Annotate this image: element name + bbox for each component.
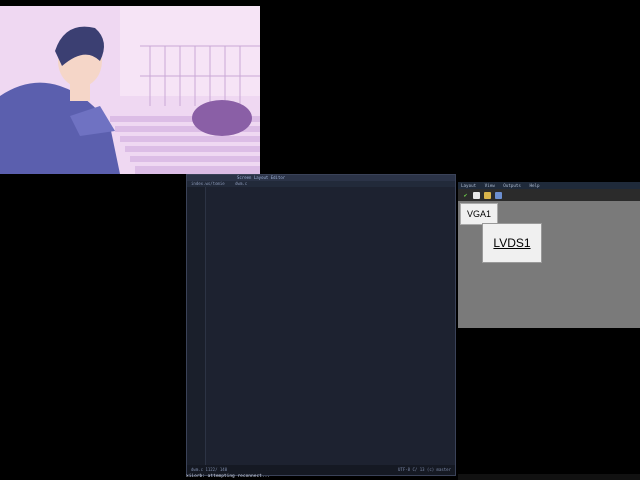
new-file-icon[interactable] bbox=[473, 191, 480, 199]
menu-view[interactable]: View bbox=[485, 183, 495, 188]
layout-menu-bar: Layout View Outputs Help bbox=[458, 182, 640, 189]
monitor-canvas[interactable]: VGA1 LVDS1 bbox=[458, 201, 640, 328]
editor-line-gutter bbox=[187, 187, 206, 465]
code-editor-window[interactable]: Screen Layout Editor index.ws/tomie dwm.… bbox=[186, 174, 456, 476]
menu-layout[interactable]: Layout bbox=[461, 183, 476, 188]
editor-tab-bar: index.ws/tomie dwm.c bbox=[187, 181, 455, 187]
wallpaper-image bbox=[0, 6, 260, 174]
terminal-status-bar bbox=[458, 474, 640, 480]
tab-dwm-c[interactable]: dwm.c bbox=[235, 181, 247, 186]
monitor-vga1[interactable]: VGA1 bbox=[460, 203, 498, 225]
layout-toolbar: ✔ bbox=[458, 189, 640, 201]
menu-outputs[interactable]: Outputs bbox=[503, 183, 521, 188]
apply-icon[interactable]: ✔ bbox=[462, 192, 469, 199]
bottom-status-line: xiiorb: attempting reconnect... bbox=[186, 474, 270, 479]
editor-code-area[interactable] bbox=[209, 189, 453, 461]
terminal-output[interactable] bbox=[458, 328, 640, 474]
wallpaper-illustration bbox=[0, 6, 260, 174]
screen-layout-editor[interactable]: Layout View Outputs Help ✔ VGA1 LVDS1 bbox=[458, 182, 640, 328]
editor-status-left: dwm.c 1122/ 140 bbox=[191, 467, 228, 472]
menu-help[interactable]: Help bbox=[529, 183, 539, 188]
save-icon[interactable] bbox=[495, 191, 502, 199]
open-folder-icon[interactable] bbox=[484, 191, 491, 199]
tab-index[interactable]: index.ws/tomie bbox=[191, 181, 225, 186]
monitor-lvds1[interactable]: LVDS1 bbox=[482, 223, 542, 263]
